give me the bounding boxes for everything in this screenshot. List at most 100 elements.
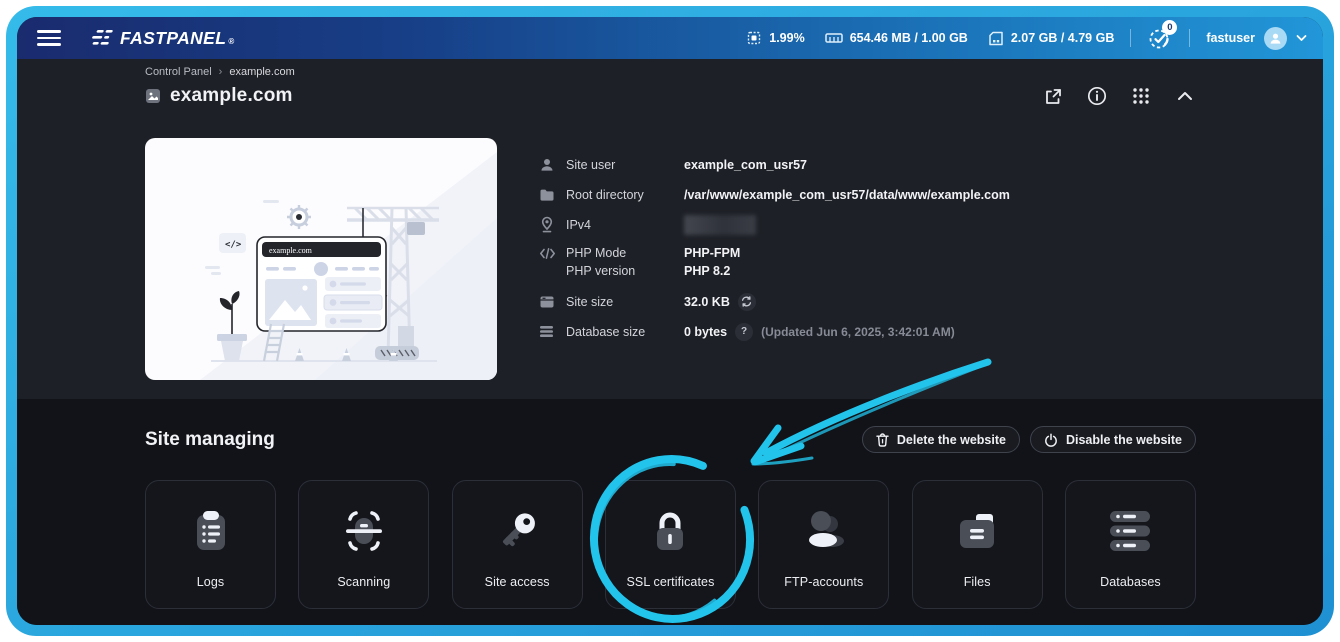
site-image-icon [146,89,160,103]
scanning-icon [345,511,382,551]
breadcrumb-separator: › [218,66,223,78]
code-icon [540,247,555,259]
card-files[interactable]: Files [911,480,1043,609]
app-window: FASTPANEL ® 1.99% 654.46 MB / 1.00 GB 2.… [17,17,1323,625]
site-overview-section: Control Panel › example.com example.com [17,59,1323,399]
cpu-stat: 1.99% [746,30,805,46]
illustration-site-label: example.com [269,246,313,255]
brand-registered-mark: ® [228,36,235,46]
site-size-value: 32.0 KB [684,294,730,309]
browser-mockup: example.com [256,236,387,332]
card-site-access[interactable]: Site access [451,480,583,609]
breadcrumb: Control Panel › example.com [145,66,1196,78]
gear-illustration [287,205,311,229]
app-frame: FASTPANEL ® 1.99% 654.46 MB / 1.00 GB 2.… [6,6,1334,636]
users-icon [808,511,844,547]
refresh-site-size-button[interactable] [737,292,756,311]
cpu-icon [748,31,761,45]
username-label: fastuser [1206,31,1255,45]
delete-website-button[interactable]: Delete the website [861,426,1020,453]
resource-stats: 1.99% 654.46 MB / 1.00 GB 2.07 GB / 4.79… [746,30,1114,46]
chevron-up-icon [1178,92,1192,100]
card-scanning[interactable]: Scanning [298,480,430,609]
disable-website-button[interactable]: Disable the website [1029,426,1196,453]
disk-value: 2.07 GB / 4.79 GB [1010,31,1115,45]
person-icon [1270,33,1281,44]
refresh-icon [742,296,752,307]
page-title: example.com [170,85,293,106]
site-managing-section: Site managing Delete the website Disable… [17,399,1323,625]
avatar [1264,26,1287,50]
php-mode-label: PHP Mode [566,246,627,260]
databases-icon [1110,511,1151,551]
collapse-button[interactable] [1174,85,1196,107]
logs-icon [196,511,225,550]
php-version-value: PHP 8.2 [684,264,731,278]
menu-icon[interactable] [37,30,61,46]
php-version-label: PHP version [566,264,636,278]
section-title: Site managing [145,428,275,450]
php-mode-value: PHP-FPM [684,246,741,260]
root-directory-label: Root directory [566,187,644,202]
external-link-icon [1045,88,1061,104]
card-ftp-accounts[interactable]: FTP-accounts [758,480,890,609]
topbar-divider [1189,29,1191,47]
root-directory-value: /var/www/example_com_usr57/data/www/exam… [684,187,1010,202]
info-row: example.com </> Site user example_com_us… [145,138,1196,380]
notification-badge: 0 [1162,20,1178,35]
card-logs[interactable]: Logs [145,480,276,609]
site-illustration: example.com </> [145,138,497,380]
ipv4-label: IPv4 [566,217,592,232]
title-actions [1042,85,1196,107]
cpu-value: 1.99% [769,31,805,45]
card-databases[interactable]: Databases [1064,480,1196,609]
site-details: Site user example_com_usr57 Root directo… [539,138,1010,380]
grid-icon [1133,88,1149,104]
card-label: Site access [484,575,550,589]
disable-website-label: Disable the website [1065,432,1182,447]
site-user-label: Site user [566,157,616,172]
brand-name: FASTPANEL [120,27,227,48]
database-size-value: 0 bytes [684,324,728,339]
info-button[interactable] [1086,85,1108,107]
database-size-updated: (Updated Jun 6, 2025, 3:42:01 AM) [761,324,955,339]
managing-cards: Logs Scanning Site access SSL certificat… [145,480,1196,609]
database-size-hint-button[interactable]: ? [735,322,754,341]
root-directory-row: Root directory /var/www/example_com_usr5… [539,184,1010,205]
database-size-row: Database size 0 bytes ? (Updated Jun 6, … [539,321,1010,342]
user-menu[interactable]: fastuser [1206,26,1307,50]
user-icon [541,158,553,171]
card-label: Logs [196,575,225,589]
card-label: FTP-accounts [784,575,864,589]
breadcrumb-control-panel[interactable]: Control Panel [145,66,212,78]
equalizer-icon [92,29,113,45]
folder-icon [540,189,554,201]
question-icon: ? [741,326,748,337]
database-icon [540,326,553,337]
browser-icon [540,296,554,307]
key-icon [503,513,536,547]
site-size-row: Site size 32.0 KB [539,291,1010,312]
ipv4-redacted-value [684,214,756,235]
card-label: Databases [1100,575,1161,589]
site-size-label: Site size [566,294,614,309]
power-icon [1045,432,1057,447]
code-badge-illustration: </> [219,233,246,253]
database-size-label: Database size [566,324,646,339]
brand-logo[interactable]: FASTPANEL ® [91,28,234,49]
topbar: FASTPANEL ® 1.99% 654.46 MB / 1.00 GB 2.… [17,17,1323,59]
ram-stat: 654.46 MB / 1.00 GB [824,31,968,45]
php-version-row: PHP version PHP 8.2 [539,262,1010,280]
files-folder-icon [960,514,995,548]
disk-icon [989,31,1003,45]
card-ssl-certificates[interactable]: SSL certificates [604,480,736,609]
php-mode-row: PHP Mode PHP-FPM [539,244,1010,262]
site-user-value: example_com_usr57 [684,157,807,172]
open-site-button[interactable] [1042,85,1064,107]
lock-icon [657,512,684,550]
notifications-button[interactable]: 0 [1147,20,1178,51]
title-row: example.com [145,85,1196,107]
svg-text:</>: </> [225,240,242,250]
apps-grid-button[interactable] [1130,85,1152,107]
card-label: Scanning [337,575,391,589]
